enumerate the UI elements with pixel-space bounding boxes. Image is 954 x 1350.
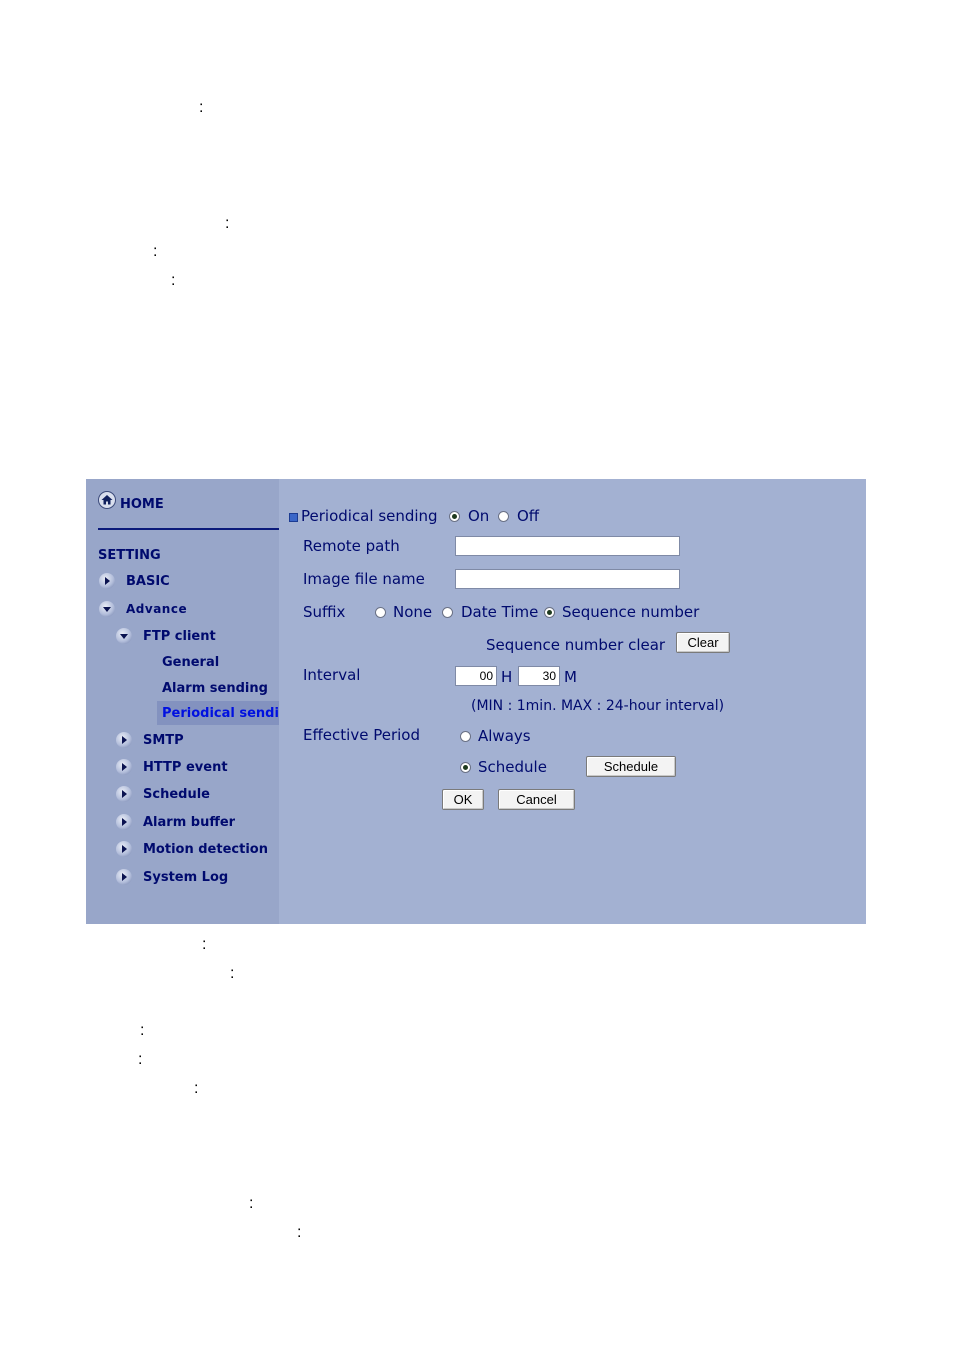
interval-note: (MIN : 1min. MAX : 24-hour interval) [471,698,725,714]
arrow-right-icon[interactable] [99,573,115,589]
doc-colon: : [153,243,158,260]
home-icon[interactable] [98,491,116,509]
sidebar-item-basic[interactable]: BASIC [126,574,170,590]
arrow-right-icon[interactable] [116,732,132,748]
sidebar-item-smtp[interactable]: SMTP [143,733,184,749]
doc-colon: : [249,1195,254,1212]
doc-colon: : [230,965,235,982]
sidebar-item-alarm-sending[interactable]: Alarm sending [162,681,268,697]
image-file-name-input[interactable] [455,569,680,589]
camera-settings-panel: HOME SETTING BASIC Advance FTP client Ge… [86,479,866,924]
periodical-sending-label: Periodical sending [301,507,438,525]
ok-button[interactable]: OK [442,789,484,810]
arrow-right-icon[interactable] [116,841,132,857]
periodical-on-radio[interactable] [449,511,460,522]
interval-hours-input[interactable] [455,666,497,686]
clear-button[interactable]: Clear [676,632,730,653]
sidebar-item-motion-detection[interactable]: Motion detection [143,842,268,858]
arrow-down-icon[interactable] [116,628,132,644]
sidebar-item-alarm-buffer[interactable]: Alarm buffer [143,815,235,831]
schedule-label: Schedule [478,758,547,776]
schedule-radio[interactable] [460,762,471,773]
arrow-right-icon[interactable] [116,759,132,775]
sidebar: HOME SETTING BASIC Advance FTP client Ge… [86,479,279,924]
sidebar-item-http-event[interactable]: HTTP event [143,760,228,776]
sidebar-item-schedule[interactable]: Schedule [143,787,210,803]
arrow-down-icon[interactable] [99,601,115,617]
suffix-datetime-radio[interactable] [442,607,453,618]
suffix-none-label: None [393,603,433,621]
main-form: Periodical sending On Off Remote path Im… [279,479,866,924]
always-radio[interactable] [460,731,471,742]
sidebar-item-ftp-client[interactable]: FTP client [143,629,216,645]
sidebar-item-general[interactable]: General [162,655,219,671]
arrow-right-icon[interactable] [116,814,132,830]
interval-label: Interval [303,666,361,684]
doc-colon: : [194,1080,199,1097]
periodical-on-label: On [468,507,490,525]
doc-colon: : [199,99,204,116]
interval-minutes-input[interactable] [518,666,560,686]
sidebar-item-advance[interactable]: Advance [126,601,187,617]
image-file-name-label: Image file name [303,570,425,588]
bullet-icon [289,513,298,522]
suffix-none-radio[interactable] [375,607,386,618]
cancel-button[interactable]: Cancel [498,789,575,810]
periodical-off-label: Off [517,507,540,525]
doc-colon: : [225,215,230,232]
doc-colon: : [297,1224,302,1241]
suffix-sequence-label: Sequence number [562,603,700,621]
setting-heading: SETTING [98,548,161,563]
remote-path-input[interactable] [455,536,680,556]
minutes-unit-label: M [564,668,577,686]
arrow-right-icon[interactable] [116,786,132,802]
home-link[interactable]: HOME [120,497,164,513]
doc-colon: : [171,272,176,289]
sidebar-item-system-log[interactable]: System Log [143,870,228,886]
periodical-off-radio[interactable] [498,511,509,522]
suffix-label: Suffix [303,603,346,621]
doc-colon: : [202,936,207,953]
sequence-clear-label: Sequence number clear [486,636,666,654]
effective-period-label: Effective Period [303,726,420,744]
arrow-right-icon[interactable] [116,869,132,885]
remote-path-label: Remote path [303,537,400,555]
always-label: Always [478,727,531,745]
suffix-sequence-radio[interactable] [544,607,555,618]
sidebar-divider [98,528,279,530]
doc-colon: : [138,1051,143,1068]
schedule-button[interactable]: Schedule [586,756,676,777]
doc-colon: : [140,1022,145,1039]
sidebar-item-periodical-sending[interactable]: Periodical sendin [162,706,279,722]
hours-unit-label: H [501,668,513,686]
suffix-datetime-label: Date Time [461,603,539,621]
